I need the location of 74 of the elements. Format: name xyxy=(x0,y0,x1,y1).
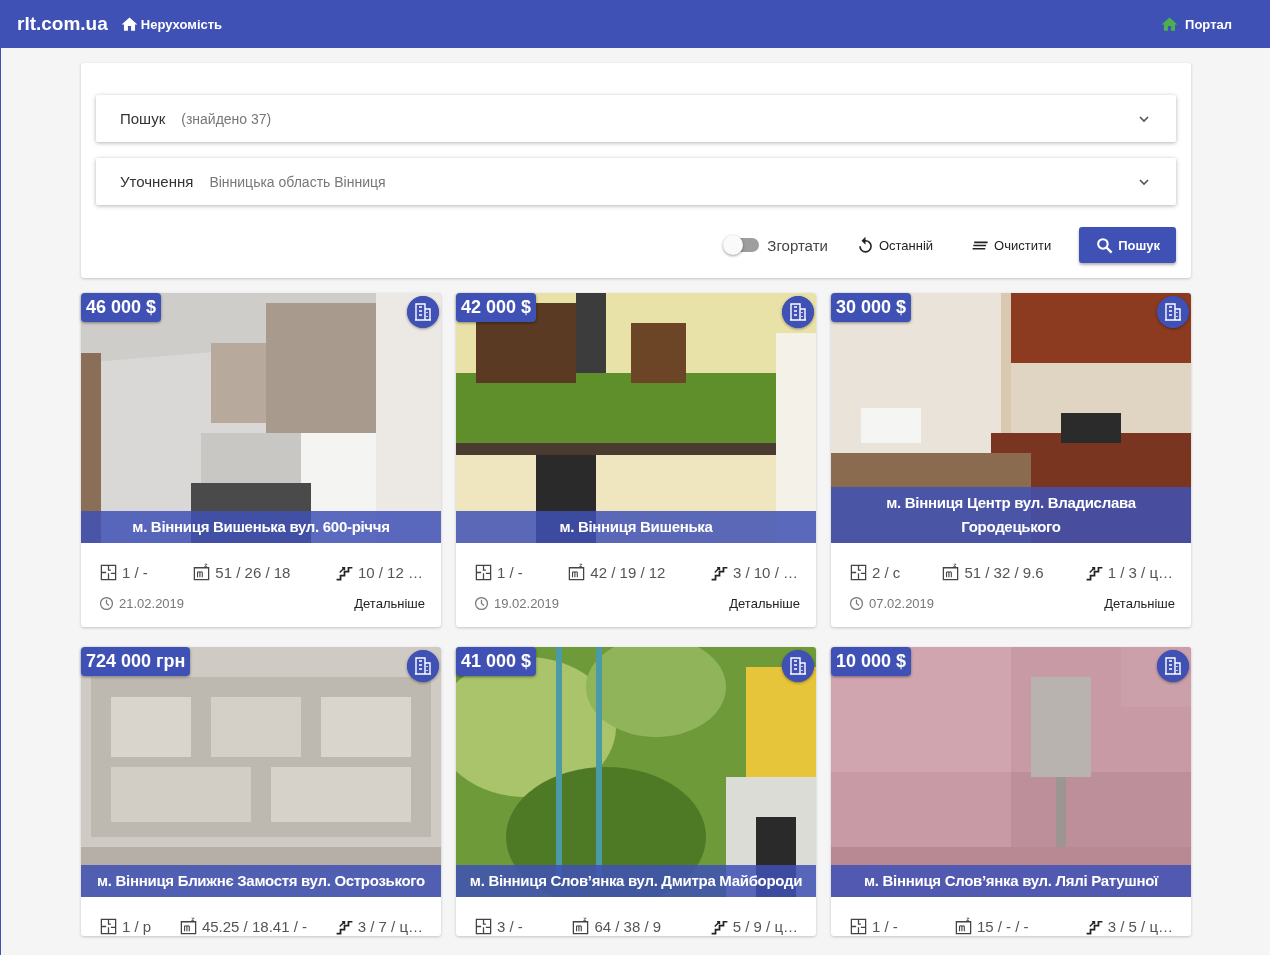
square-meter-icon xyxy=(178,917,198,936)
listing-card[interactable]: 10 000 $ м. Вінниця Слов’янка вул. Лялі Ратушної 1 / - 15 / - / - 3 / 5 / ц… xyxy=(831,647,1191,936)
price-badge: 724 000 грн xyxy=(81,647,191,676)
site-logo[interactable]: rlt.com.ua xyxy=(17,13,108,35)
listing-card[interactable]: 30 000 $ м. Вінниця Центр вул. Владислава Городецького 2 / с 51 / 32 / 9.6 1 / 3 / ц… 07.02.2019 Детальніше xyxy=(831,293,1191,627)
portal-link[interactable]: Портал xyxy=(1160,14,1232,34)
address-caption: м. Вінниця Вишенька xyxy=(456,511,816,543)
area-info: 42 / 19 / 12 xyxy=(590,564,666,581)
floor-info: 5 / 9 / ц… xyxy=(732,918,798,935)
details-link[interactable]: Детальніше xyxy=(354,596,425,611)
floor-info: 1 / 3 / ц… xyxy=(1107,564,1173,581)
floor-info: 10 / 12 … xyxy=(357,564,423,581)
address-caption: м. Вінниця Ближнє Замостя вул. Острозького xyxy=(81,865,441,897)
home-icon xyxy=(119,14,139,34)
price-badge: 42 000 $ xyxy=(456,293,537,322)
square-meter-icon xyxy=(567,563,587,582)
floor-info: 3 / 7 / ц… xyxy=(357,918,423,935)
rooms-info: 2 / с xyxy=(872,564,901,581)
search-button[interactable]: Пошук xyxy=(1079,227,1176,263)
price-badge: 10 000 $ xyxy=(831,647,912,676)
floor-info: 3 / 5 / ц… xyxy=(1107,918,1173,935)
floor-plan-icon xyxy=(849,917,868,936)
area-info: 64 / 38 / 9 xyxy=(594,918,662,935)
listing-card[interactable]: 42 000 $ м. Вінниця Вишенька 1 / - 42 / 19 / 12 3 / 10 / … 19.02.2019 Детальніше xyxy=(456,293,816,627)
floor-info: 3 / 10 / … xyxy=(732,564,798,581)
section-link[interactable]: Нерухомість xyxy=(119,14,223,34)
floor-plan-icon xyxy=(474,917,493,936)
address-caption: м. Вінниця Центр вул. Владислава Городецького xyxy=(831,487,1191,543)
listing-card[interactable]: 724 000 грн м. Вінниця Ближнє Замостя вул. Острозького 1 / р 45.25 / 18.41 / - 3 / 7 / ц… xyxy=(81,647,441,936)
details-link[interactable]: Детальніше xyxy=(1104,596,1175,611)
rooms-info: 1 / - xyxy=(122,564,148,581)
toggle-label[interactable]: Згортати xyxy=(767,236,828,254)
square-meter-icon xyxy=(953,917,973,936)
panel-title: Уточнення xyxy=(120,173,194,190)
date-text: 07.02.2019 xyxy=(869,596,935,611)
filter-panel[interactable]: Пошук (знайдено 37) xyxy=(96,95,1176,142)
search-icon xyxy=(1095,235,1115,255)
address-caption: м. Вінниця Слов’янка вул. Дмитра Майбороди xyxy=(456,865,816,897)
rooms-info: 1 / - xyxy=(872,918,898,935)
floor-plan-icon xyxy=(474,563,493,582)
address-caption: м. Вінниця Вишенька вул. 600-річчя xyxy=(81,511,441,543)
price-badge: 41 000 $ xyxy=(456,647,537,676)
listing-card[interactable]: 46 000 $ м. Вінниця Вишенька вул. 600-річчя 1 / - 51 / 26 / 18 10 / 12 … 21.02.2019 Детальніше xyxy=(81,293,441,627)
listing-card[interactable]: 41 000 $ м. Вінниця Слов’янка вул. Дмитра Майбороди 3 / - 64 / 38 / 9 5 / 9 / ц… xyxy=(456,647,816,936)
panel-title: Пошук xyxy=(120,110,166,127)
home-icon xyxy=(1160,14,1180,34)
address-caption: м. Вінниця Слов’янка вул. Лялі Ратушної xyxy=(831,865,1191,897)
panel-value: (знайдено 37) xyxy=(181,110,273,127)
filter-panel[interactable]: Уточнення Вінницька область Вінниця xyxy=(96,158,1176,205)
date-text: 21.02.2019 xyxy=(119,596,185,611)
area-info: 15 / - / - xyxy=(976,918,1029,935)
area-info: 45.25 / 18.41 / - xyxy=(201,918,307,935)
floor-plan-icon xyxy=(849,563,868,582)
rooms-info: 3 / - xyxy=(497,918,523,935)
panel-value: Вінницька область Вінниця xyxy=(209,173,387,190)
date-text: 19.02.2019 xyxy=(494,596,560,611)
floor-plan-icon xyxy=(99,917,118,936)
floor-plan-icon xyxy=(99,563,118,582)
price-badge: 46 000 $ xyxy=(81,293,162,322)
rooms-info: 1 / - xyxy=(497,564,523,581)
square-meter-icon xyxy=(941,563,961,582)
recent-button[interactable]: Останній xyxy=(845,227,944,263)
square-meter-icon xyxy=(192,563,212,582)
details-link[interactable]: Детальніше xyxy=(729,596,800,611)
clock-icon xyxy=(99,596,114,611)
price-badge: 30 000 $ xyxy=(831,293,912,322)
area-info: 51 / 26 / 18 xyxy=(215,564,291,581)
clock-icon xyxy=(849,596,864,611)
area-info: 51 / 32 / 9.6 xyxy=(964,564,1044,581)
clear-button[interactable]: Очистити xyxy=(961,227,1062,263)
rooms-info: 1 / р xyxy=(122,918,152,935)
clock-icon xyxy=(474,596,489,611)
toggle-switch[interactable] xyxy=(725,238,760,252)
square-meter-icon xyxy=(571,917,591,936)
